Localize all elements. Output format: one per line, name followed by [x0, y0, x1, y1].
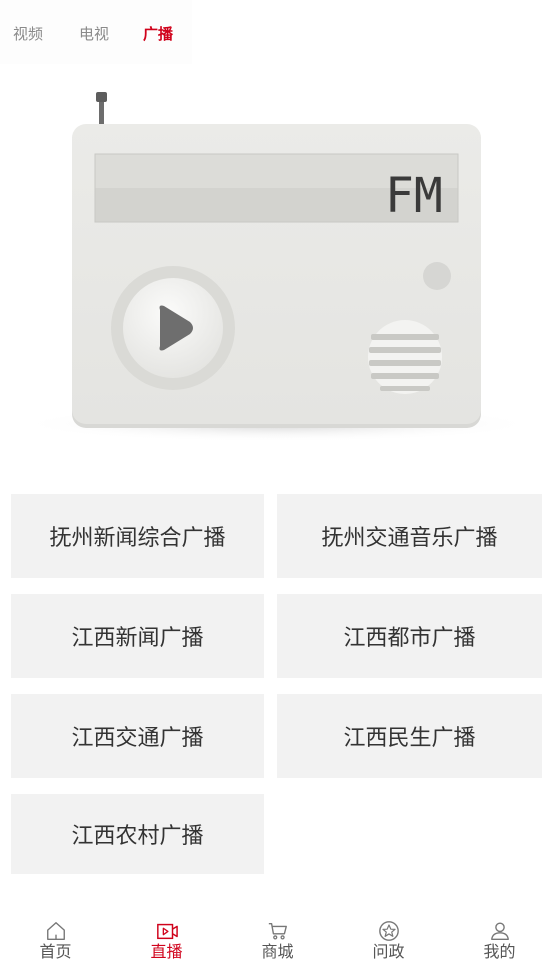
- station-label: 江西农村广播: [71, 824, 204, 849]
- tab-radio[interactable]: 广播: [143, 23, 173, 44]
- fm-display-text: FM: [385, 168, 443, 224]
- station-button[interactable]: 江西民生广播: [277, 694, 542, 778]
- nav-home[interactable]: 首页: [0, 908, 111, 975]
- radio-illustration: FM: [0, 64, 555, 464]
- nav-label: 直播: [150, 942, 183, 961]
- station-button[interactable]: 江西农村广播: [11, 794, 264, 874]
- station-label: 江西都市广播: [343, 626, 476, 651]
- star-badge-icon: [378, 921, 399, 941]
- tab-video[interactable]: 视频: [13, 23, 43, 44]
- home-icon: [46, 922, 65, 940]
- station-button[interactable]: 江西都市广播: [277, 594, 542, 678]
- station-label: 抚州交通音乐广播: [321, 526, 498, 551]
- radio-graphic: FM: [17, 92, 537, 442]
- nav-label: 我的: [483, 942, 516, 961]
- cart-icon: [268, 922, 287, 940]
- nav-label: 问政: [372, 942, 405, 961]
- top-tab-bar: 视频 电视 广播: [0, 0, 192, 64]
- nav-label: 商城: [261, 942, 294, 961]
- tab-tv[interactable]: 电视: [79, 23, 109, 44]
- nav-mine[interactable]: 我的: [444, 908, 555, 975]
- station-button[interactable]: 江西交通广播: [11, 694, 264, 778]
- user-icon: [490, 922, 509, 940]
- nav-label: 首页: [39, 942, 72, 961]
- station-label: 江西交通广播: [71, 726, 204, 751]
- nav-live[interactable]: 直播: [111, 908, 222, 975]
- station-label: 江西新闻广播: [71, 626, 204, 651]
- live-video-icon: [156, 923, 178, 940]
- station-button[interactable]: 抚州交通音乐广播: [277, 494, 542, 578]
- bottom-nav: 首页 直播 商城 问政 我的: [0, 908, 555, 975]
- station-button[interactable]: 抚州新闻综合广播: [11, 494, 264, 578]
- nav-shop[interactable]: 商城: [222, 908, 333, 975]
- station-button[interactable]: 江西新闻广播: [11, 594, 264, 678]
- nav-politics[interactable]: 问政: [333, 908, 444, 975]
- station-label: 江西民生广播: [343, 726, 476, 751]
- station-label: 抚州新闻综合广播: [49, 526, 226, 551]
